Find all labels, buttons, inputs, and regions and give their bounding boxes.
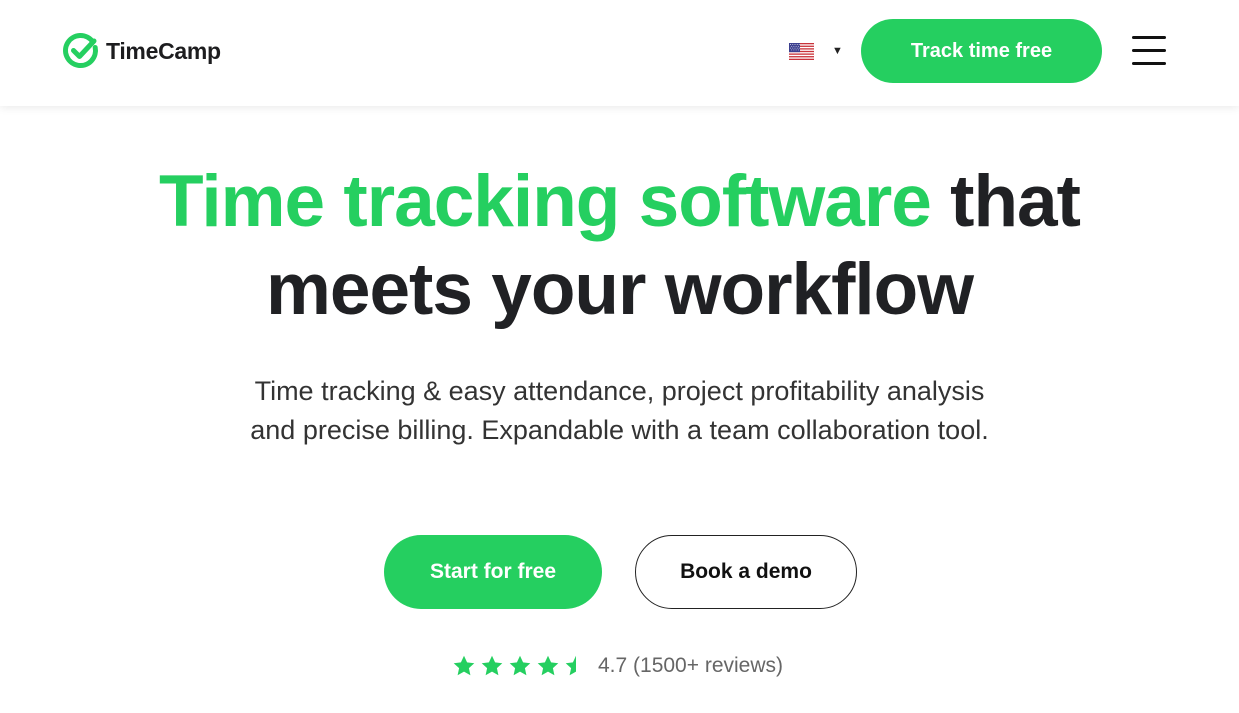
hero-title: Time tracking software that meets your w… [0, 158, 1239, 334]
language-selector[interactable]: ▼ [789, 42, 843, 60]
logo[interactable]: TimeCamp [62, 32, 221, 70]
start-for-free-button[interactable]: Start for free [384, 535, 602, 609]
hero-title-line2: meets your workflow [265, 249, 974, 330]
rating-text: 4.7 (1500+ reviews) [598, 654, 784, 677]
logo-text: TimeCamp [106, 37, 221, 64]
hero-title-rest: that [930, 161, 1081, 242]
book-a-demo-button[interactable]: Book a demo [635, 535, 857, 609]
us-flag-icon [789, 42, 814, 60]
hero-subtitle-line2: and precise billing. Expandable with a t… [250, 415, 989, 445]
star-icon [537, 655, 559, 676]
track-time-free-button[interactable]: Track time free [861, 19, 1102, 83]
star-icon [565, 655, 576, 676]
rating: 4.7 (1500+ reviews) [452, 652, 783, 680]
site-header: TimeCamp ▼ Track time free [0, 0, 1239, 106]
timecamp-check-icon [63, 33, 98, 68]
hero-title-highlight: Time tracking software [159, 161, 932, 242]
hero-subtitle: Time tracking & easy attendance, project… [0, 372, 1239, 450]
hamburger-menu-icon[interactable] [1132, 36, 1166, 66]
rating-stars [452, 654, 588, 678]
star-icon [509, 655, 531, 676]
star-icon [481, 655, 503, 676]
star-icon [453, 655, 475, 676]
hero-subtitle-line1: Time tracking & easy attendance, project… [254, 376, 985, 406]
chevron-down-icon: ▼ [832, 45, 843, 57]
